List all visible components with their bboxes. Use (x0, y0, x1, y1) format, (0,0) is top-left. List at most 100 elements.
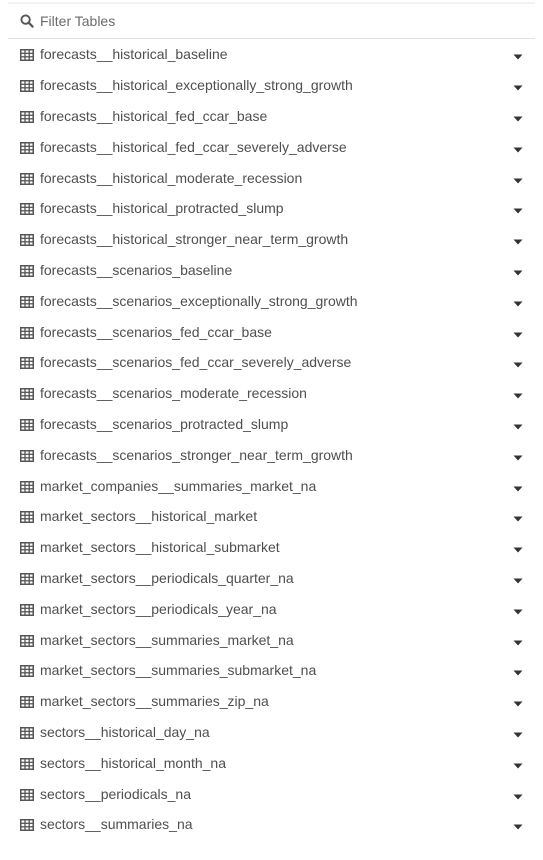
table-name: sectors__summaries_na (40, 816, 193, 833)
table-list-item[interactable]: sectors__historical_day_na (8, 717, 535, 748)
table-name: sectors__historical_month_na (40, 754, 226, 771)
table-name: forecasts__scenarios_moderate_recession (40, 385, 307, 402)
caret-down-icon[interactable] (512, 510, 524, 522)
table-list-item[interactable]: market_sectors__periodicals_quarter_na (8, 563, 535, 594)
caret-down-icon[interactable] (512, 141, 524, 153)
table-name: forecasts__scenarios_stronger_near_term_… (40, 446, 353, 463)
table-name: forecasts__historical_fed_ccar_base (40, 107, 268, 124)
table-name: forecasts__historical_fed_ccar_severely_… (40, 138, 347, 155)
table-name: market_sectors__summaries_market_na (40, 631, 294, 648)
table-name: forecasts__historical_stronger_near_term… (40, 231, 349, 248)
table-icon (20, 664, 34, 678)
table-list-item[interactable]: forecasts__scenarios_exceptionally_stron… (8, 285, 535, 316)
table-list-item[interactable]: market_sectors__summaries_market_na (8, 624, 535, 655)
caret-down-icon[interactable] (512, 387, 524, 399)
table-name: forecasts__historical_exceptionally_stro… (40, 77, 353, 94)
table-icon (20, 572, 34, 585)
table-name: market_sectors__periodicals_year_na (40, 600, 277, 617)
table-name: market_sectors__historical_submarket (40, 539, 280, 556)
table-icon (20, 510, 34, 524)
caret-down-icon[interactable] (512, 664, 524, 676)
caret-down-icon[interactable] (512, 818, 524, 830)
table-icon (20, 603, 34, 616)
table-list-item[interactable]: market_sectors__historical_market (8, 501, 535, 532)
caret-down-icon[interactable] (512, 634, 524, 646)
table-list-item[interactable]: forecasts__historical_protracted_slump (8, 193, 535, 224)
table-list-item[interactable]: forecasts__historical_fed_ccar_base (8, 101, 535, 132)
table-icon (20, 818, 34, 832)
table-list-item[interactable]: sectors__historical_month_na (8, 747, 535, 778)
table-icon (20, 264, 34, 277)
caret-down-icon[interactable] (512, 79, 524, 91)
table-list-item[interactable]: forecasts__scenarios_stronger_near_term_… (8, 439, 535, 470)
table-list-item[interactable]: market_sectors__summaries_zip_na (8, 686, 535, 717)
table-name: market_sectors__summaries_zip_na (40, 693, 269, 710)
table-list-item[interactable]: forecasts__scenarios_baseline (8, 255, 535, 286)
table-name: forecasts__historical_baseline (40, 46, 228, 63)
filter-tables-bar (8, 2, 535, 39)
caret-down-icon[interactable] (512, 788, 524, 800)
table-name: sectors__periodicals_na (40, 785, 191, 802)
table-name: forecasts__scenarios_fed_ccar_severely_a… (40, 354, 352, 371)
caret-down-icon[interactable] (512, 695, 524, 707)
table-icon (20, 326, 34, 339)
search-icon (20, 14, 34, 28)
table-icon (20, 757, 34, 770)
caret-down-icon[interactable] (512, 449, 524, 461)
caret-down-icon[interactable] (512, 356, 524, 368)
caret-down-icon[interactable] (512, 48, 524, 60)
table-list-item[interactable]: market_sectors__historical_submarket (8, 532, 535, 563)
table-icon (20, 233, 34, 247)
table-name: sectors__historical_day_na (40, 723, 210, 740)
table-list-item[interactable]: forecasts__historical_baseline (8, 39, 535, 70)
caret-down-icon[interactable] (512, 726, 524, 738)
table-name: forecasts__historical_moderate_recession (40, 169, 303, 186)
table-icon (20, 48, 34, 62)
caret-down-icon[interactable] (512, 295, 524, 307)
caret-down-icon[interactable] (512, 757, 524, 769)
table-list-item[interactable]: market_sectors__periodicals_year_na (8, 593, 535, 624)
caret-down-icon[interactable] (512, 233, 524, 245)
caret-down-icon[interactable] (512, 326, 524, 338)
table-list-item[interactable]: sectors__periodicals_na (8, 778, 535, 809)
caret-down-icon[interactable] (512, 110, 524, 122)
caret-down-icon[interactable] (512, 418, 524, 430)
table-list-item[interactable]: market_companies__summaries_market_na (8, 470, 535, 501)
caret-down-icon[interactable] (512, 603, 524, 615)
caret-down-icon[interactable] (512, 202, 524, 214)
table-icon (20, 695, 34, 709)
caret-down-icon[interactable] (512, 172, 524, 184)
table-list-item[interactable]: forecasts__historical_fed_ccar_severely_… (8, 131, 535, 162)
table-icon (20, 295, 34, 308)
caret-down-icon[interactable] (512, 264, 524, 276)
table-icon (20, 634, 34, 647)
table-list-item[interactable]: forecasts__historical_moderate_recession (8, 162, 535, 193)
table-name: forecasts__scenarios_exceptionally_stron… (40, 292, 358, 309)
table-list-item[interactable]: sectors__summaries_na (8, 809, 535, 840)
table-list-item[interactable]: forecasts__scenarios_protracted_slump (8, 409, 535, 440)
table-icon (20, 172, 34, 185)
table-icon (20, 79, 34, 93)
table-list-item[interactable]: forecasts__scenarios_moderate_recession (8, 378, 535, 409)
table-icon (20, 541, 34, 555)
caret-down-icon[interactable] (512, 480, 524, 492)
table-name: market_sectors__periodicals_quarter_na (40, 569, 294, 586)
table-list-item[interactable]: forecasts__scenarios_fed_ccar_severely_a… (8, 347, 535, 378)
table-list-item[interactable]: forecasts__scenarios_fed_ccar_base (8, 316, 535, 347)
caret-down-icon[interactable] (512, 572, 524, 584)
table-icon (20, 387, 34, 401)
table-icon (20, 202, 34, 216)
table-icon (20, 356, 34, 370)
caret-down-icon[interactable] (512, 541, 524, 553)
table-icon (20, 141, 34, 154)
table-list-item[interactable]: forecasts__historical_exceptionally_stro… (8, 70, 535, 101)
table-list-item[interactable]: market_sectors__summaries_submarket_na (8, 655, 535, 686)
table-list-item[interactable]: forecasts__historical_stronger_near_term… (8, 224, 535, 255)
table-icon (20, 788, 34, 801)
filter-tables-input[interactable] (40, 13, 490, 29)
table-icon (20, 449, 34, 462)
table-name: forecasts__scenarios_baseline (40, 261, 233, 278)
table-name: forecasts__historical_protracted_slump (40, 200, 284, 217)
table-icon (20, 110, 34, 123)
table-list: forecasts__historical_baseline forecasts… (8, 39, 535, 840)
